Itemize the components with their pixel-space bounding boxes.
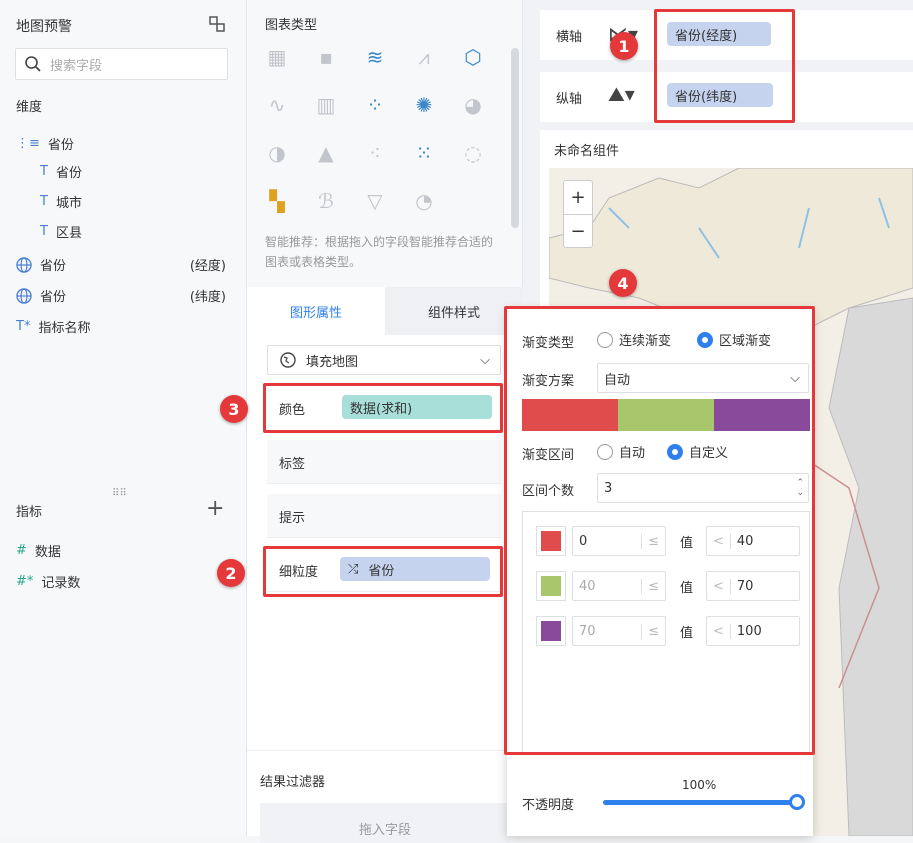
text-type-icon: T: [40, 164, 48, 179]
metrics-heading: 指标: [16, 505, 43, 520]
geo-field-lng[interactable]: 省份 (经度): [16, 255, 226, 274]
funnel-icon[interactable]: ▽: [360, 186, 390, 216]
stack-area-icon[interactable]: ∿: [262, 90, 292, 120]
globe-icon: [280, 352, 296, 368]
badge-2: 2: [217, 559, 245, 587]
bar-icon[interactable]: ▥: [311, 90, 341, 120]
chart-type-title: 图表类型: [265, 18, 318, 33]
globe-icon: [16, 256, 32, 273]
pie-icon[interactable]: ◕: [458, 90, 488, 120]
add-metric-button[interactable]: +: [206, 496, 224, 521]
hierarchy-icon: ⋮≡: [16, 136, 40, 151]
number-calc-icon: #*: [16, 574, 34, 589]
search-icon: [25, 56, 41, 72]
zoom-out-button[interactable]: −: [564, 215, 592, 247]
table-icon[interactable]: ▦: [262, 42, 292, 72]
highlight-box-2: [263, 546, 503, 597]
gauge-icon[interactable]: ◔: [409, 186, 439, 216]
dim-field-province[interactable]: T 省份: [40, 162, 82, 181]
number-type-icon: #: [16, 543, 27, 558]
drop-field-zone[interactable]: 拖入字段: [260, 803, 510, 843]
dim-field-city[interactable]: T 城市: [40, 192, 82, 211]
tab-graph-props[interactable]: 图形属性: [247, 287, 385, 335]
wordcloud-icon[interactable]: ℬ: [311, 186, 341, 216]
metric-record-count[interactable]: #* 记录数: [16, 572, 80, 591]
slider-handle[interactable]: [789, 794, 805, 810]
text-type-icon: T: [40, 194, 48, 209]
metric-name-field[interactable]: T* 指标名称: [16, 317, 90, 336]
chevron-down-icon: ⌵: [480, 352, 490, 368]
flow-map-icon[interactable]: ⁙: [409, 138, 439, 168]
treemap-icon[interactable]: ▚: [262, 186, 292, 216]
opacity-value: 100%: [682, 778, 717, 792]
heat-map-icon[interactable]: ◌: [458, 138, 488, 168]
zoom-in-button[interactable]: +: [564, 181, 592, 215]
prop-label[interactable]: 标签: [267, 440, 501, 484]
scatter-icon[interactable]: ⁘: [360, 90, 390, 120]
highlight-box-3: [263, 383, 503, 433]
line-chart-icon[interactable]: ⛰▾: [608, 82, 635, 106]
china-map-icon[interactable]: ▲: [311, 138, 341, 168]
highlight-box-1: [654, 9, 795, 123]
metric-data[interactable]: # 数据: [16, 541, 61, 560]
dim-group-province[interactable]: ⋮≡ 省份: [16, 134, 74, 153]
field-panel: 地图预警 搜索字段 维度 ⋮≡ 省份 T 省份 T 城市 T 区县 省份 (经度) 省份(…: [0, 0, 247, 836]
map-type-select[interactable]: 填充地图 ⌵: [267, 345, 501, 375]
prop-tooltip[interactable]: 提示: [267, 494, 501, 538]
dimensions-heading: 维度: [16, 100, 43, 115]
geo-field-lat[interactable]: 省份 (纬度): [16, 286, 226, 305]
search-placeholder: 搜索字段: [50, 58, 103, 74]
highlight-box-4: [504, 306, 815, 755]
dataset-title: 地图预警: [16, 19, 72, 35]
smart-recommend-tip: 智能推荐：根据拖入的字段智能推荐合适的图表或表格类型。: [265, 235, 494, 269]
resize-handle[interactable]: ⠿⠿: [112, 488, 127, 499]
component-title: 未命名组件: [554, 144, 620, 159]
half-pie-icon[interactable]: ◑: [262, 138, 292, 168]
scrollbar[interactable]: [511, 48, 519, 228]
badge-3: 3: [220, 395, 248, 423]
opacity-slider[interactable]: [603, 794, 805, 810]
globe-icon: [16, 287, 32, 304]
badge-4: 4: [609, 269, 637, 297]
zoom-control: + −: [563, 180, 593, 248]
result-filter: 结果过滤器 拖入字段: [247, 750, 523, 843]
dim-field-county[interactable]: T 区县: [40, 222, 82, 241]
crosstab-icon[interactable]: ▪: [311, 42, 341, 72]
dot-map-icon[interactable]: ⁖: [360, 138, 390, 168]
text-type-icon: T: [40, 224, 48, 239]
line-icon[interactable]: ⩘: [409, 42, 439, 72]
badge-1: 1: [610, 32, 638, 60]
radar-icon[interactable]: ⬡: [458, 42, 488, 72]
bubble-icon[interactable]: ✺: [409, 90, 439, 120]
area-line-icon[interactable]: ≋: [360, 42, 390, 72]
text-calc-icon: T*: [16, 319, 31, 334]
tab-component-style[interactable]: 组件样式: [385, 287, 523, 335]
search-input[interactable]: 搜索字段: [15, 48, 228, 80]
switch-dataset-icon[interactable]: [206, 13, 228, 35]
